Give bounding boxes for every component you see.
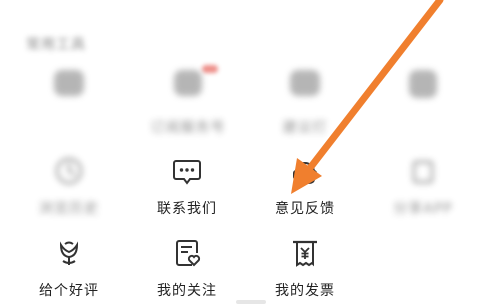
chat-bubble-icon — [173, 160, 201, 185]
feedback-headset-icon — [293, 162, 317, 184]
tool-item-subscribe[interactable]: 订阅服务号 — [133, 70, 243, 146]
tool-item-rate-us[interactable]: 给个好评 — [14, 236, 124, 306]
blurred-icon — [54, 70, 84, 96]
tool-label: 浏览历史 — [39, 201, 99, 217]
tool-item-share[interactable]: 分享APP — [368, 154, 478, 230]
tool-label: 我的关注 — [157, 283, 217, 299]
tool-label: 意见反馈 — [275, 201, 335, 217]
bottom-indicator — [236, 300, 266, 304]
tool-item-feedback[interactable]: 意见反馈 — [250, 154, 360, 230]
tool-label: 分享APP — [393, 201, 453, 217]
tool-label: 给个好评 — [39, 283, 99, 299]
tool-item-my-invoices[interactable]: 我的发票 — [250, 236, 360, 306]
clock-icon — [55, 157, 83, 185]
blurred-icon — [290, 70, 320, 96]
tool-label: 联系我们 — [157, 201, 217, 217]
tool-item-my-follows[interactable]: 我的关注 — [132, 236, 242, 306]
share-icon — [412, 160, 434, 184]
subscribe-icon — [174, 70, 202, 96]
tool-item-blurred-4[interactable] — [368, 70, 478, 146]
tools-grid: 订阅服务号 建议打 浏览历史 联系我们 意见反馈 分享APP 给个好评 我的关注… — [0, 0, 501, 306]
tool-label: 订阅服务号 — [150, 120, 226, 136]
heart-document-icon — [176, 240, 201, 267]
tool-item-blurred-3[interactable]: 建议打 — [250, 70, 360, 146]
tool-item-contact-us[interactable]: 联系我们 — [132, 154, 242, 230]
flower-icon — [59, 241, 79, 265]
receipt-icon — [293, 240, 317, 267]
tool-label: 建议打 — [282, 120, 328, 136]
tool-label: 我的发票 — [275, 283, 335, 299]
tool-item-history[interactable]: 浏览历史 — [14, 154, 124, 230]
blurred-icon — [409, 70, 437, 98]
tool-item-blurred-1[interactable] — [14, 70, 124, 146]
